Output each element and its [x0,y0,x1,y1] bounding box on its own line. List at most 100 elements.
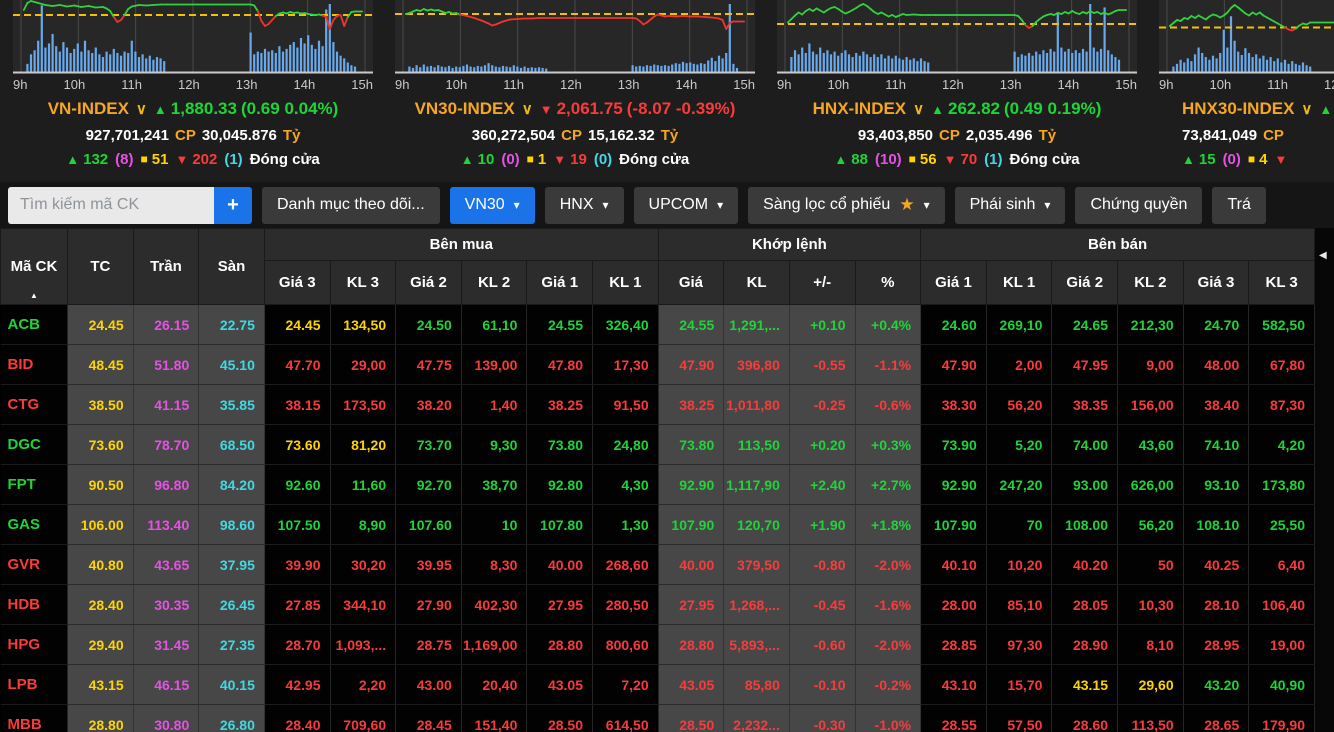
collapse-left-icon[interactable]: ◀ [1319,250,1327,261]
price-cell: 106.00 [68,505,134,545]
price-cell: 1,011,80 [724,385,790,425]
col-header[interactable]: % [855,261,921,305]
price-cell: 106,40 [1249,585,1315,625]
price-cell: +0.3% [855,425,921,465]
col-header-ceiling[interactable]: Trần [133,229,199,305]
col-header[interactable]: Giá 2 [396,261,462,305]
price-cell: 38.15 [264,385,330,425]
col-header[interactable]: Giá 1 [527,261,593,305]
ticker-cell[interactable]: HPG [1,625,68,665]
ticker-cell[interactable]: FPT [1,465,68,505]
col-header-code[interactable]: Mã CK▲ [1,229,68,305]
price-cell: +0.4% [855,305,921,345]
derivatives-button[interactable]: Phái sinh▾ [955,187,1066,224]
price-cell: 28.80 [658,625,724,665]
col-header[interactable]: KL 1 [986,261,1052,305]
price-board: Mã CK▲ TC Trần Sàn Bên mua Khớp lệnh Bên… [0,228,1334,732]
price-cell: 800,60 [593,625,659,665]
price-cell: 47.90 [921,345,987,385]
price-cell: 38.25 [658,385,724,425]
ticker-cell[interactable]: GAS [1,505,68,545]
ticker-cell[interactable]: HDB [1,585,68,625]
price-cell: 57,50 [986,705,1052,732]
index-name[interactable]: HNX30-INDEX [1182,99,1294,119]
price-cell: 28.80 [68,705,134,732]
axis-tick: 15h [1115,77,1137,92]
axis-tick: 9h [1159,77,1173,92]
watchlist-button[interactable]: Danh mục theo dõi... [262,187,440,224]
ticker-cell[interactable]: BID [1,345,68,385]
price-cell: 73.60 [264,425,330,465]
col-header[interactable]: Giá 2 [1052,261,1118,305]
col-header-floor[interactable]: Sàn [199,229,265,305]
index-name[interactable]: VN30-INDEX [415,99,515,119]
button-label: Danh mục theo dõi... [277,196,425,214]
index-intraday-chart [395,0,755,74]
add-symbol-button[interactable]: + [214,187,252,224]
price-cell: 47.75 [396,345,462,385]
ticker-cell[interactable]: DGC [1,425,68,465]
price-cell: 73.90 [921,425,987,465]
price-cell: 582,50 [1249,305,1315,345]
axis-tick: 12h [560,77,582,92]
chevron-down-icon[interactable]: ∨ [522,100,533,118]
price-cell: 173,80 [1249,465,1315,505]
table-row: CTG38.5041.1535.8538.15173,5038.201,4038… [1,385,1315,425]
ticker-cell[interactable]: MBB [1,705,68,732]
tab-upcom[interactable]: UPCOM▾ [634,187,739,224]
price-cell: 1,093,... [330,625,396,665]
col-header[interactable]: +/- [789,261,855,305]
stock-screener-button[interactable]: Sàng lọc cổ phiếu★▾ [748,187,944,224]
market-breadth-row: ▲15 (0) ■4 ▼ [1154,147,1334,171]
price-cell: 17,30 [593,345,659,385]
square-icon: ■ [909,152,916,166]
col-header[interactable]: Giá 1 [921,261,987,305]
col-header[interactable]: KL 1 [593,261,659,305]
covered-warrant-button[interactable]: Chứng quyền [1075,187,1202,224]
col-header[interactable]: KL 2 [1118,261,1184,305]
arrow-up-icon: ▲ [1319,102,1332,117]
index-name[interactable]: HNX-INDEX [813,99,907,119]
col-header[interactable]: Giá [658,261,724,305]
col-header[interactable]: Giá 3 [1183,261,1249,305]
price-cell: 113,50 [1118,705,1184,732]
ticker-cell[interactable]: ACB [1,305,68,345]
value-unit: Tỷ [283,127,301,144]
axis-tick: 13h [1000,77,1022,92]
price-cell: +1.90 [789,505,855,545]
ticker-cell[interactable]: GVR [1,545,68,585]
index-value: 1,880.33 [171,99,237,119]
bonds-button[interactable]: Trá [1212,187,1265,224]
col-header-tc[interactable]: TC [68,229,134,305]
chevron-down-icon[interactable]: ∨ [1301,100,1312,118]
price-cell: 120,70 [724,505,790,545]
price-cell: 92.90 [658,465,724,505]
ticker-cell[interactable]: LPB [1,665,68,705]
col-header[interactable]: KL 3 [1249,261,1315,305]
chevron-down-icon[interactable]: ∨ [136,100,147,118]
price-cell: 24,80 [593,425,659,465]
tab-hnx[interactable]: HNX▾ [545,187,624,224]
arrow-up-icon: ▲ [66,152,79,167]
axis-tick: 11h [1267,77,1288,92]
col-header[interactable]: Giá 3 [264,261,330,305]
search-input[interactable] [8,187,214,224]
price-cell: 90.50 [68,465,134,505]
tab-vn30[interactable]: VN30▾ [450,187,535,224]
price-cell: 113,50 [724,425,790,465]
chevron-down-icon[interactable]: ∨ [913,100,924,118]
price-cell: 139,00 [461,345,527,385]
price-cell: +2.40 [789,465,855,505]
ticker-cell[interactable]: CTG [1,385,68,425]
col-header[interactable]: KL 2 [461,261,527,305]
price-cell: -1.1% [855,345,921,385]
price-cell: 28.85 [921,625,987,665]
index-name[interactable]: VN-INDEX [48,99,129,119]
price-cell: 28.50 [527,705,593,732]
price-cell: 26.15 [133,305,199,345]
index-change: (0.49 0.19%) [1004,99,1101,119]
col-header[interactable]: KL [724,261,790,305]
button-label: Sàng lọc cổ phiếu [763,196,890,214]
time-axis: 9h10h11h12h13h14h15h [1159,74,1334,95]
col-header[interactable]: KL 3 [330,261,396,305]
